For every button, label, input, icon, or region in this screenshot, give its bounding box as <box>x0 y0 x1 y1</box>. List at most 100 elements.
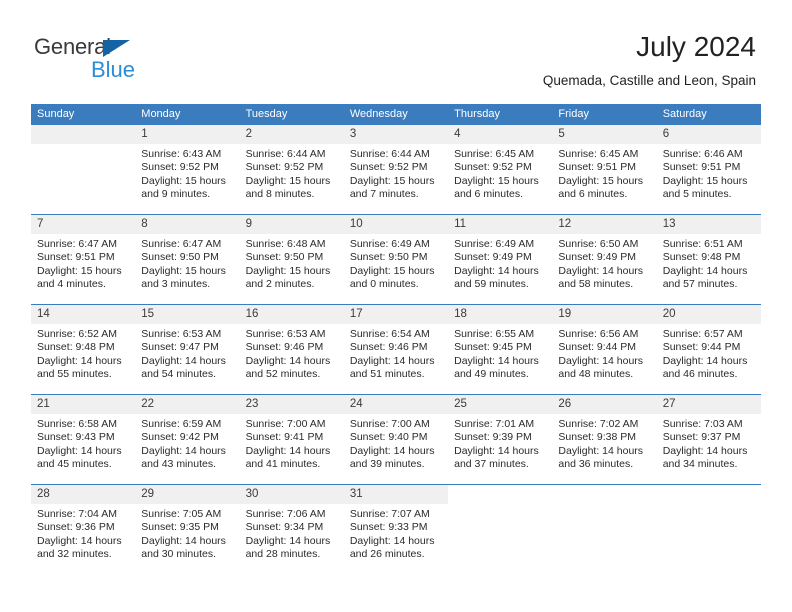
day-details: Sunrise: 7:06 AM Sunset: 9:34 PM Daylight:… <box>240 504 344 562</box>
calendar-day-cell[interactable]: 17 Sunrise: 6:54 AM Sunset: 9:46 PM Dayligh… <box>343 304 449 395</box>
day-details: Sunrise: 6:47 AM Sunset: 9:50 PM Daylight:… <box>135 234 239 292</box>
day-details <box>657 504 761 508</box>
day-detail-line: Daylight: 14 hours <box>37 354 122 367</box>
day-number: 26 <box>552 395 657 414</box>
day-detail-line: and 37 minutes. <box>454 458 529 471</box>
calendar-day-cell[interactable]: 6 Sunrise: 6:46 AM Sunset: 9:51 PM Daylight… <box>656 125 761 215</box>
calendar-day-cell[interactable]: 29 Sunrise: 7:05 AM Sunset: 9:35 PM Dayligh… <box>135 484 240 574</box>
day-cell-inner: 3 Sunrise: 6:44 AM Sunset: 9:52 PM Daylight… <box>343 125 449 214</box>
day-details <box>552 504 656 508</box>
calendar-day-cell[interactable]: 13 Sunrise: 6:51 AM Sunset: 9:48 PM Dayligh… <box>656 214 761 305</box>
day-details: Sunrise: 6:45 AM Sunset: 9:51 PM Daylight:… <box>552 144 656 202</box>
day-number: 2 <box>239 125 344 144</box>
day-detail-line: Daylight: 14 hours <box>245 444 331 457</box>
calendar-day-cell[interactable]: 20 Sunrise: 6:57 AM Sunset: 9:44 PM Dayligh… <box>656 304 761 395</box>
calendar-day-cell[interactable]: 24 Sunrise: 7:00 AM Sunset: 9:40 PM Dayligh… <box>343 394 449 485</box>
calendar-day-cell[interactable]: 18 Sunrise: 6:55 AM Sunset: 9:45 PM Dayligh… <box>448 304 553 395</box>
day-detail-line: Sunset: 9:48 PM <box>37 341 115 354</box>
day-cell-inner: 14 Sunrise: 6:52 AM Sunset: 9:48 PM Dayligh… <box>31 305 136 394</box>
calendar-day-cell[interactable]: 7 Sunrise: 6:47 AM Sunset: 9:51 PM Daylight… <box>31 214 136 305</box>
calendar-day-cell[interactable]: 31 Sunrise: 7:07 AM Sunset: 9:33 PM Dayligh… <box>343 484 449 574</box>
day-detail-line: Sunrise: 6:49 AM <box>349 238 430 250</box>
day-detail-line: Daylight: 14 hours <box>558 354 644 367</box>
day-cell-inner: 19 Sunrise: 6:56 AM Sunset: 9:44 PM Dayligh… <box>552 305 657 394</box>
day-number: 20 <box>656 305 761 324</box>
calendar-day-cell[interactable]: 15 Sunrise: 6:53 AM Sunset: 9:47 PM Dayligh… <box>135 304 240 395</box>
day-detail-line: Sunrise: 6:46 AM <box>662 148 743 160</box>
calendar-day-cell[interactable]: 10 Sunrise: 6:49 AM Sunset: 9:50 PM Dayligh… <box>343 214 449 305</box>
day-details: Sunrise: 6:47 AM Sunset: 9:51 PM Daylight:… <box>31 234 135 292</box>
day-detail-line: and 39 minutes. <box>349 458 425 471</box>
day-details <box>31 144 135 148</box>
calendar-day-cell[interactable]: 27 Sunrise: 7:03 AM Sunset: 9:37 PM Dayligh… <box>656 394 761 485</box>
calendar-day-cell[interactable]: 5 Sunrise: 6:45 AM Sunset: 9:51 PM Daylight… <box>552 125 657 215</box>
calendar-day-cell[interactable]: 19 Sunrise: 6:56 AM Sunset: 9:44 PM Dayligh… <box>552 304 657 395</box>
day-detail-line: and 0 minutes. <box>349 278 419 291</box>
calendar-day-cell[interactable]: 12 Sunrise: 6:50 AM Sunset: 9:49 PM Dayligh… <box>552 214 657 305</box>
day-detail-line: and 3 minutes. <box>141 278 211 291</box>
calendar-week-row: 14 Sunrise: 6:52 AM Sunset: 9:48 PM Dayligh… <box>31 304 761 395</box>
page-title: July 2024 <box>636 31 756 62</box>
day-detail-line: Sunset: 9:38 PM <box>558 431 637 444</box>
day-detail-line: and 43 minutes. <box>141 458 216 471</box>
day-cell-inner: 29 Sunrise: 7:05 AM Sunset: 9:35 PM Dayligh… <box>135 485 240 574</box>
calendar-day-cell[interactable]: 25 Sunrise: 7:01 AM Sunset: 9:39 PM Dayligh… <box>448 394 553 485</box>
day-detail-line: and 7 minutes. <box>349 188 419 201</box>
day-detail-line: Sunrise: 6:59 AM <box>141 418 222 430</box>
day-detail-line: Sunrise: 7:02 AM <box>558 418 639 430</box>
day-detail-line: Daylight: 15 hours <box>662 174 748 187</box>
calendar-day-cell[interactable]: 9 Sunrise: 6:48 AM Sunset: 9:50 PM Daylight… <box>239 214 344 305</box>
day-number: 7 <box>31 215 136 234</box>
day-cell-inner <box>31 125 136 214</box>
day-details: Sunrise: 7:03 AM Sunset: 9:37 PM Daylight:… <box>657 414 761 472</box>
day-details: Sunrise: 6:58 AM Sunset: 9:43 PM Daylight:… <box>31 414 135 472</box>
day-detail-line: Sunrise: 6:53 AM <box>245 328 326 340</box>
calendar-page: General Blue July 2024 Quemada, Castille… <box>0 0 792 612</box>
day-details: Sunrise: 6:56 AM Sunset: 9:44 PM Daylight:… <box>552 324 656 382</box>
day-cell-inner: 4 Sunrise: 6:45 AM Sunset: 9:52 PM Daylight… <box>448 125 553 214</box>
calendar-day-cell[interactable]: 30 Sunrise: 7:06 AM Sunset: 9:34 PM Dayligh… <box>239 484 344 574</box>
calendar-day-cell[interactable]: 11 Sunrise: 6:49 AM Sunset: 9:49 PM Dayligh… <box>448 214 553 305</box>
calendar-day-cell[interactable]: 3 Sunrise: 6:44 AM Sunset: 9:52 PM Daylight… <box>343 125 449 215</box>
day-details: Sunrise: 6:44 AM Sunset: 9:52 PM Daylight:… <box>344 144 448 202</box>
brand-logo[interactable]: General Blue <box>34 36 234 86</box>
calendar-grid: Sunday Monday Tuesday Wednesday Thursday… <box>31 104 761 574</box>
day-detail-line: and 28 minutes. <box>245 548 321 561</box>
calendar-week-row: 21 Sunrise: 6:58 AM Sunset: 9:43 PM Dayligh… <box>31 394 761 485</box>
day-details: Sunrise: 6:50 AM Sunset: 9:49 PM Daylight:… <box>552 234 656 292</box>
day-cell-inner: 27 Sunrise: 7:03 AM Sunset: 9:37 PM Dayligh… <box>656 395 761 484</box>
day-cell-inner <box>656 485 761 574</box>
day-detail-line: Daylight: 15 hours <box>349 264 435 277</box>
calendar-day-cell[interactable]: 4 Sunrise: 6:45 AM Sunset: 9:52 PM Daylight… <box>448 125 553 215</box>
calendar-day-cell[interactable]: 23 Sunrise: 7:00 AM Sunset: 9:41 PM Dayligh… <box>239 394 344 485</box>
day-detail-line: and 48 minutes. <box>558 368 634 381</box>
calendar-day-cell[interactable]: 14 Sunrise: 6:52 AM Sunset: 9:48 PM Dayligh… <box>31 304 136 395</box>
day-details: Sunrise: 6:45 AM Sunset: 9:52 PM Daylight:… <box>448 144 552 202</box>
calendar-day-cell[interactable]: 1 Sunrise: 6:43 AM Sunset: 9:52 PM Daylight… <box>135 125 240 215</box>
day-detail-line: and 59 minutes. <box>454 278 529 291</box>
day-number: 8 <box>135 215 240 234</box>
day-detail-line: Sunset: 9:46 PM <box>245 341 324 354</box>
calendar-empty-cell <box>656 484 761 574</box>
calendar-day-cell[interactable]: 8 Sunrise: 6:47 AM Sunset: 9:50 PM Daylight… <box>135 214 240 305</box>
day-cell-inner: 22 Sunrise: 6:59 AM Sunset: 9:42 PM Dayligh… <box>135 395 240 484</box>
day-detail-line: Daylight: 14 hours <box>141 534 226 547</box>
day-number: 30 <box>239 485 344 504</box>
day-detail-line: and 57 minutes. <box>662 278 738 291</box>
day-detail-line: Daylight: 15 hours <box>454 174 539 187</box>
day-detail-line: Daylight: 14 hours <box>245 354 331 367</box>
calendar-day-cell[interactable]: 16 Sunrise: 6:53 AM Sunset: 9:46 PM Dayligh… <box>239 304 344 395</box>
weekday-header-row: Sunday Monday Tuesday Wednesday Thursday… <box>31 104 761 125</box>
day-number: 11 <box>448 215 553 234</box>
calendar-day-cell[interactable]: 2 Sunrise: 6:44 AM Sunset: 9:52 PM Daylight… <box>239 125 344 215</box>
day-detail-line: Daylight: 15 hours <box>349 174 435 187</box>
calendar-day-cell[interactable]: 28 Sunrise: 7:04 AM Sunset: 9:36 PM Dayligh… <box>31 484 136 574</box>
day-detail-line: Sunset: 9:37 PM <box>662 431 741 444</box>
calendar-day-cell[interactable]: 22 Sunrise: 6:59 AM Sunset: 9:42 PM Dayligh… <box>135 394 240 485</box>
calendar-day-cell[interactable]: 26 Sunrise: 7:02 AM Sunset: 9:38 PM Dayligh… <box>552 394 657 485</box>
calendar-week-row: 28 Sunrise: 7:04 AM Sunset: 9:36 PM Dayligh… <box>31 484 761 574</box>
calendar-day-cell[interactable]: 21 Sunrise: 6:58 AM Sunset: 9:43 PM Dayligh… <box>31 394 136 485</box>
day-detail-line: Daylight: 14 hours <box>141 354 226 367</box>
day-detail-line: Daylight: 15 hours <box>245 264 331 277</box>
day-detail-line: Sunset: 9:33 PM <box>349 521 428 534</box>
